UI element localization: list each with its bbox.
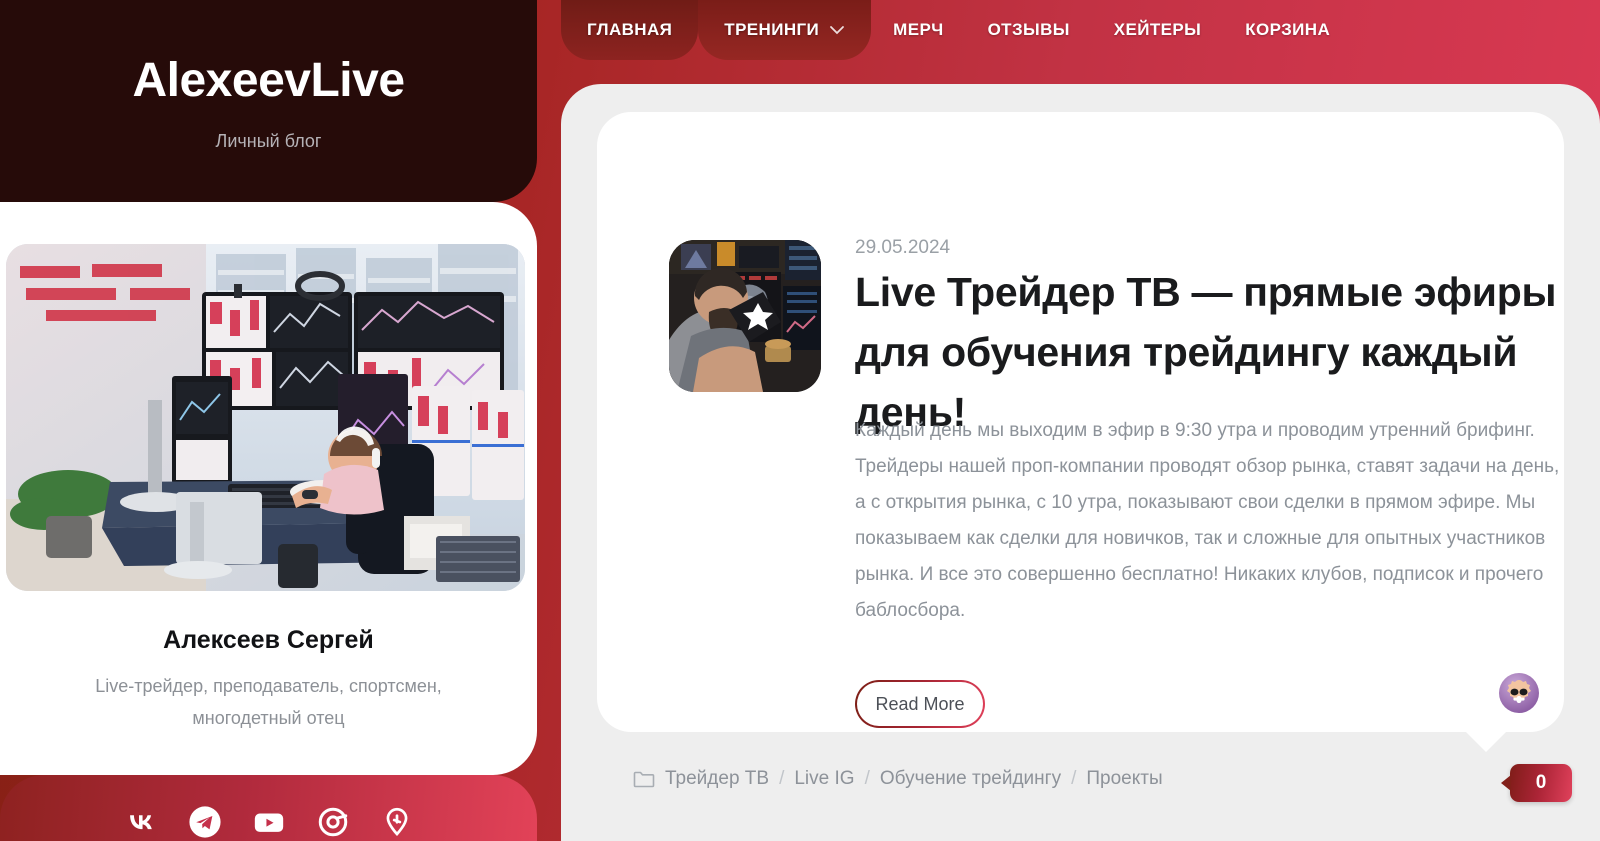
breadcrumb-separator-0: / (779, 768, 785, 789)
profile-photo (6, 244, 525, 591)
brand-title: AlexeevLive (132, 53, 405, 107)
profile-description: Live-трейдер, преподаватель, спортсмен, … (95, 676, 442, 728)
post-thumbnail[interactable] (669, 240, 821, 392)
post-body: Каждый день мы выходим в эфир в 9:30 утр… (855, 420, 1560, 621)
nav-item-merch[interactable]: МЕРЧ (871, 0, 965, 60)
pin-icon[interactable] (380, 805, 414, 839)
nav-item-home[interactable]: ГЛАВНАЯ (561, 0, 699, 60)
camera-icon[interactable] (316, 805, 350, 839)
social-links-bar (0, 775, 537, 841)
nav-item-merch-label: МЕРЧ (893, 20, 944, 39)
telegram-icon[interactable] (188, 805, 222, 839)
breadcrumb: Трейдер ТВ / Live IG / Обучение трейдинг… (633, 768, 1163, 790)
nav-item-reviews-label: ОТЗЫВЫ (987, 20, 1070, 39)
breadcrumb-separator-1: / (864, 768, 870, 789)
nav-item-trainings[interactable]: ТРЕНИНГИ (698, 0, 872, 60)
nav-item-cart-label: КОРЗИНА (1245, 20, 1331, 39)
nav-item-haters-label: ХЕЙТЕРЫ (1113, 20, 1202, 39)
profile-card: Алексеев Сергей Live-трейдер, преподават… (0, 202, 537, 775)
profile-name: Алексеев Сергей (163, 626, 374, 654)
post-date: 29.05.2024 (855, 237, 951, 258)
post-thumbnail-image (669, 240, 821, 392)
nav-item-reviews[interactable]: ОТЗЫВЫ (966, 0, 1092, 60)
vk-icon[interactable] (124, 805, 158, 839)
brand-subtitle: Личный блог (215, 130, 322, 151)
chevron-down-icon (830, 26, 845, 35)
read-more-button[interactable]: Read More (855, 680, 985, 728)
main-content-panel: 29.05.2024 Live Трейдер ТВ — прямые эфир… (561, 84, 1600, 841)
nav-item-cart[interactable]: КОРЗИНА (1223, 0, 1352, 60)
comment-count-badge[interactable]: 0 (1501, 764, 1572, 802)
breadcrumb-item-0[interactable]: Трейдер ТВ (665, 768, 769, 790)
avatar-image (1499, 673, 1539, 713)
avatar[interactable] (1498, 672, 1540, 714)
breadcrumb-separator-2: / (1071, 768, 1077, 789)
post-card: 29.05.2024 Live Трейдер ТВ — прямые эфир… (597, 112, 1564, 732)
nav-item-haters[interactable]: ХЕЙТЕРЫ (1092, 0, 1223, 60)
nav-item-trainings-label: ТРЕНИНГИ (724, 20, 820, 39)
youtube-icon[interactable] (252, 805, 286, 839)
sidebar: AlexeevLive Личный блог Алексеев Сергей … (0, 0, 537, 841)
breadcrumb-item-1[interactable]: Live IG (794, 768, 854, 790)
page-root: AlexeevLive Личный блог Алексеев Сергей … (0, 0, 1600, 841)
breadcrumb-item-2[interactable]: Обучение трейдингу (880, 768, 1061, 790)
comment-count-value: 0 (1535, 772, 1547, 793)
read-more-label: Read More (875, 693, 965, 714)
badge-notch (1464, 730, 1508, 752)
top-navigation: ГЛАВНАЯ ТРЕНИНГИ МЕРЧ ОТЗЫВЫ ХЕЙТЕРЫ КОР… (561, 0, 1352, 70)
folder-icon (633, 771, 655, 788)
brand-panel: AlexeevLive Личный блог (0, 0, 537, 202)
breadcrumb-item-3[interactable]: Проекты (1086, 768, 1162, 790)
trading-desk-image (6, 244, 525, 591)
nav-item-home-label: ГЛАВНАЯ (587, 20, 673, 39)
